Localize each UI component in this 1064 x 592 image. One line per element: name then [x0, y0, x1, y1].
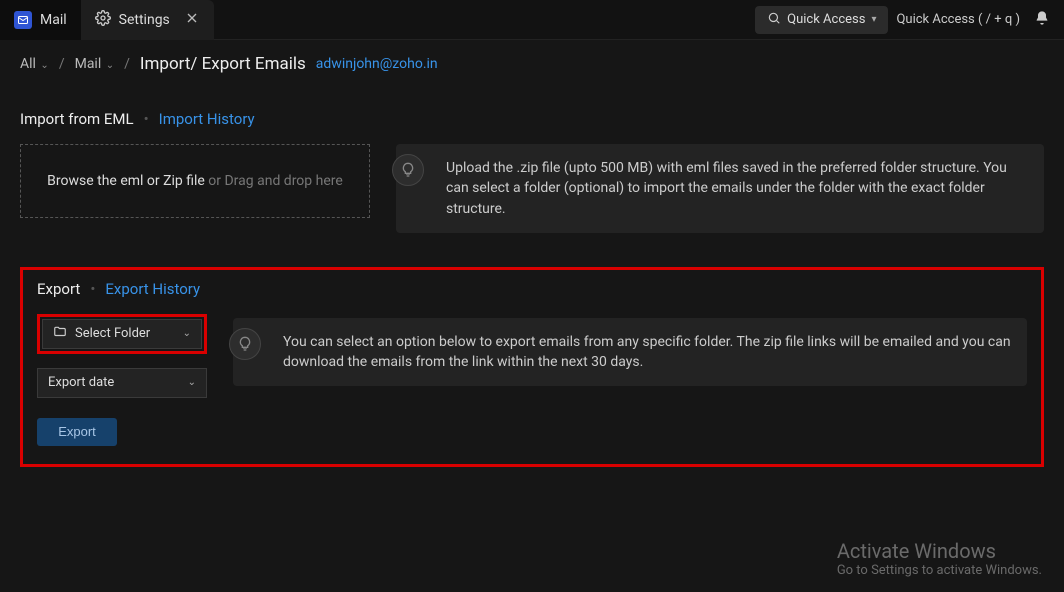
watermark-subtitle: Go to Settings to activate Windows.	[837, 563, 1042, 578]
export-button[interactable]: Export	[37, 418, 117, 446]
account-email-link[interactable]: adwinjohn@zoho.in	[316, 56, 438, 72]
bell-icon[interactable]	[1034, 10, 1050, 30]
export-label: Export	[37, 280, 80, 298]
export-history-link[interactable]: Export History	[105, 280, 200, 298]
export-header: Export • Export History	[37, 280, 1027, 298]
chevron-down-icon: ⌄	[38, 60, 49, 71]
topbar: Mail Settings Quick Access ▾ Quick Acces…	[0, 0, 1064, 40]
crumb-separator: /	[124, 56, 130, 72]
import-label: Import from EML	[20, 110, 134, 128]
quick-access-button[interactable]: Quick Access ▾	[755, 6, 888, 34]
export-hint: You can select an option below to export…	[233, 318, 1027, 387]
export-hint-text: You can select an option below to export…	[283, 334, 1011, 370]
tab-settings-label: Settings	[119, 12, 170, 28]
import-hint: Upload the .zip file (upto 500 MB) with …	[396, 144, 1044, 233]
chevron-down-icon: ⌄	[188, 377, 196, 388]
import-dropzone[interactable]: Browse the eml or Zip file or Drag and d…	[20, 144, 370, 218]
select-folder-highlight: Select Folder ⌄	[37, 314, 207, 354]
crumb-mail[interactable]: Mail ⌄	[75, 56, 115, 72]
select-folder-dropdown[interactable]: Select Folder ⌄	[42, 319, 202, 349]
mail-icon	[14, 11, 32, 29]
import-header: Import from EML • Import History	[20, 110, 1044, 128]
folder-icon	[53, 325, 67, 343]
quick-access-hint: Quick Access ( / + q )	[896, 12, 1020, 27]
crumb-all[interactable]: All ⌄	[20, 56, 49, 72]
export-section-highlight: Export • Export History Select Folder ⌄	[20, 267, 1044, 467]
chevron-down-icon: ▾	[871, 14, 876, 25]
export-date-dropdown[interactable]: Export date ⌄	[37, 368, 207, 398]
separator-dot: •	[144, 110, 149, 128]
breadcrumb: All ⌄ / Mail ⌄ / Import/ Export Emails a…	[0, 40, 1064, 88]
select-folder-label: Select Folder	[75, 326, 150, 341]
chevron-down-icon: ⌄	[183, 328, 191, 339]
gear-icon	[95, 10, 111, 30]
import-hint-text: Upload the .zip file (upto 500 MB) with …	[446, 160, 1007, 217]
tab-mail[interactable]: Mail	[0, 0, 81, 40]
page-title: Import/ Export Emails	[140, 54, 306, 74]
tab-mail-label: Mail	[40, 12, 67, 28]
search-icon	[767, 11, 781, 29]
separator-dot: •	[90, 280, 95, 298]
crumb-separator: /	[59, 56, 65, 72]
dropzone-rest: or Drag and drop here	[205, 173, 343, 189]
close-icon[interactable]	[184, 10, 200, 30]
import-history-link[interactable]: Import History	[159, 110, 255, 128]
windows-activation-watermark: Activate Windows Go to Settings to activ…	[837, 539, 1042, 578]
bulb-icon	[392, 154, 424, 186]
watermark-title: Activate Windows	[837, 539, 1042, 563]
bulb-icon	[229, 328, 261, 360]
export-date-label: Export date	[48, 375, 114, 390]
dropzone-strong: Browse the eml or Zip file	[47, 173, 205, 189]
chevron-down-icon: ⌄	[103, 60, 114, 71]
quick-access-label: Quick Access	[787, 12, 865, 27]
tab-settings[interactable]: Settings	[81, 0, 214, 40]
